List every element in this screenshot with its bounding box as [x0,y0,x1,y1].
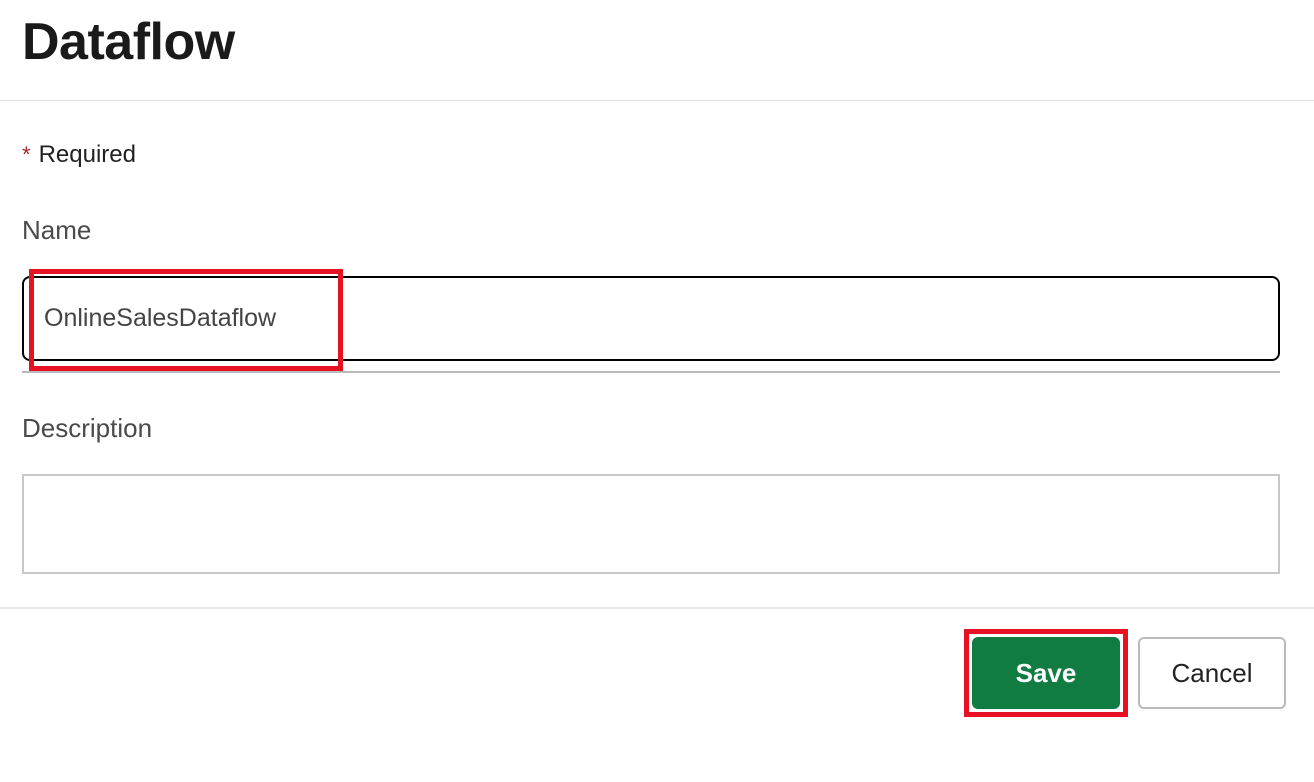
required-indicator: * Required [22,141,1292,169]
description-label: Description [22,413,1292,444]
required-label: Required [39,141,136,169]
footer-actions: Save Cancel [0,609,1314,709]
description-input[interactable] [22,474,1280,574]
name-input[interactable] [22,276,1280,361]
name-label: Name [22,215,1292,246]
cancel-button[interactable]: Cancel [1138,637,1286,709]
name-input-container [22,276,1292,361]
save-button[interactable]: Save [972,637,1120,709]
name-underline [22,371,1280,373]
form-content: * Required Name Description [0,101,1314,579]
required-asterisk-icon: * [22,142,31,168]
save-button-container: Save [972,637,1120,709]
page-title: Dataflow [0,0,1314,100]
